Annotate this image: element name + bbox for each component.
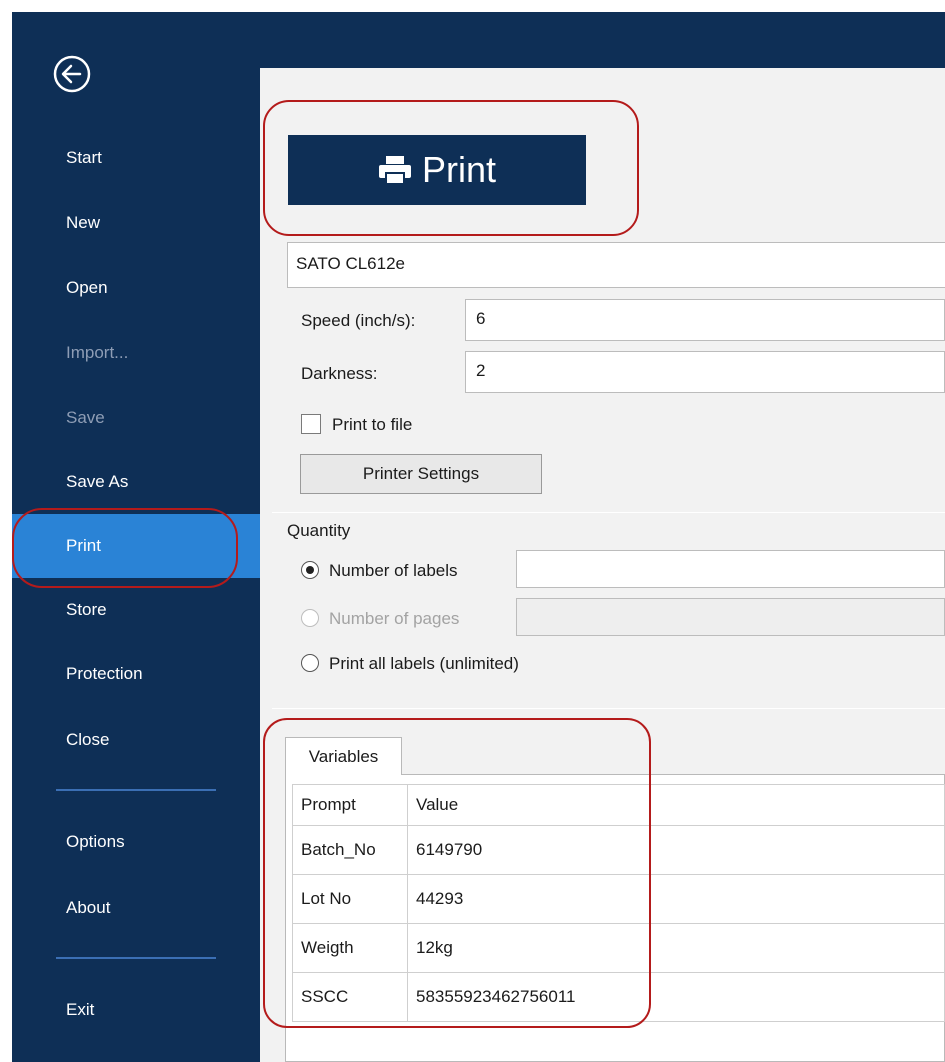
nav-import-label: Import... <box>66 343 129 362</box>
nav-store-label: Store <box>66 600 107 619</box>
printer-settings-button[interactable]: Printer Settings <box>300 454 542 494</box>
nav-new[interactable]: New <box>12 191 260 255</box>
radio-number-of-labels[interactable] <box>301 561 319 579</box>
nav-save: Save <box>12 386 260 450</box>
nav-import: Import... <box>12 321 260 385</box>
radio-print-all-labels[interactable] <box>301 654 319 672</box>
nav-close-label: Close <box>66 730 110 749</box>
nav-divider <box>56 789 216 791</box>
quantity-title: Quantity <box>287 521 351 540</box>
nav-close[interactable]: Close <box>12 708 260 772</box>
nav-start[interactable]: Start <box>12 126 260 190</box>
nav-open[interactable]: Open <box>12 256 260 320</box>
nav-about-label: About <box>66 898 111 917</box>
print-to-file-label: Print to file <box>332 415 413 434</box>
nav-new-label: New <box>66 213 101 232</box>
speed-label: Speed (inch/s): <box>301 311 416 330</box>
title-bar <box>260 12 945 68</box>
nav-save-label: Save <box>66 408 105 427</box>
section-divider <box>272 512 945 513</box>
printer-select[interactable]: SATO CL612e <box>287 242 945 288</box>
nav-open-label: Open <box>66 278 108 297</box>
section-divider <box>272 708 945 709</box>
annotation-highlight-variables <box>263 718 651 1028</box>
nav-save-as-label: Save As <box>66 472 129 491</box>
nav-options[interactable]: Options <box>12 810 260 874</box>
number-of-labels-input[interactable] <box>516 550 945 588</box>
annotation-highlight-nav-print <box>12 508 238 588</box>
nav-options-label: Options <box>66 832 125 851</box>
number-of-labels-label: Number of labels <box>329 561 458 580</box>
darkness-input[interactable]: 2 <box>465 351 945 393</box>
nav-exit[interactable]: Exit <box>12 978 260 1042</box>
annotation-highlight-print-button <box>263 100 639 236</box>
printer-settings-label: Printer Settings <box>362 464 480 483</box>
nav-about[interactable]: About <box>12 876 260 940</box>
radio-number-of-pages <box>301 609 319 627</box>
darkness-label: Darkness: <box>301 364 378 383</box>
nav-exit-label: Exit <box>66 1000 95 1019</box>
nav-protection-label: Protection <box>66 664 143 683</box>
number-of-pages-input <box>516 598 945 636</box>
arrow-left-circle-icon[interactable] <box>52 54 92 94</box>
number-of-pages-label: Number of pages <box>329 609 460 628</box>
nav-start-label: Start <box>66 148 102 167</box>
nav-protection[interactable]: Protection <box>12 642 260 706</box>
speed-input[interactable]: 6 <box>465 299 945 341</box>
print-to-file-checkbox[interactable] <box>301 414 321 434</box>
nav-save-as[interactable]: Save As <box>12 450 260 514</box>
nav-divider <box>56 957 216 959</box>
print-all-labels-label: Print all labels (unlimited) <box>329 654 519 673</box>
